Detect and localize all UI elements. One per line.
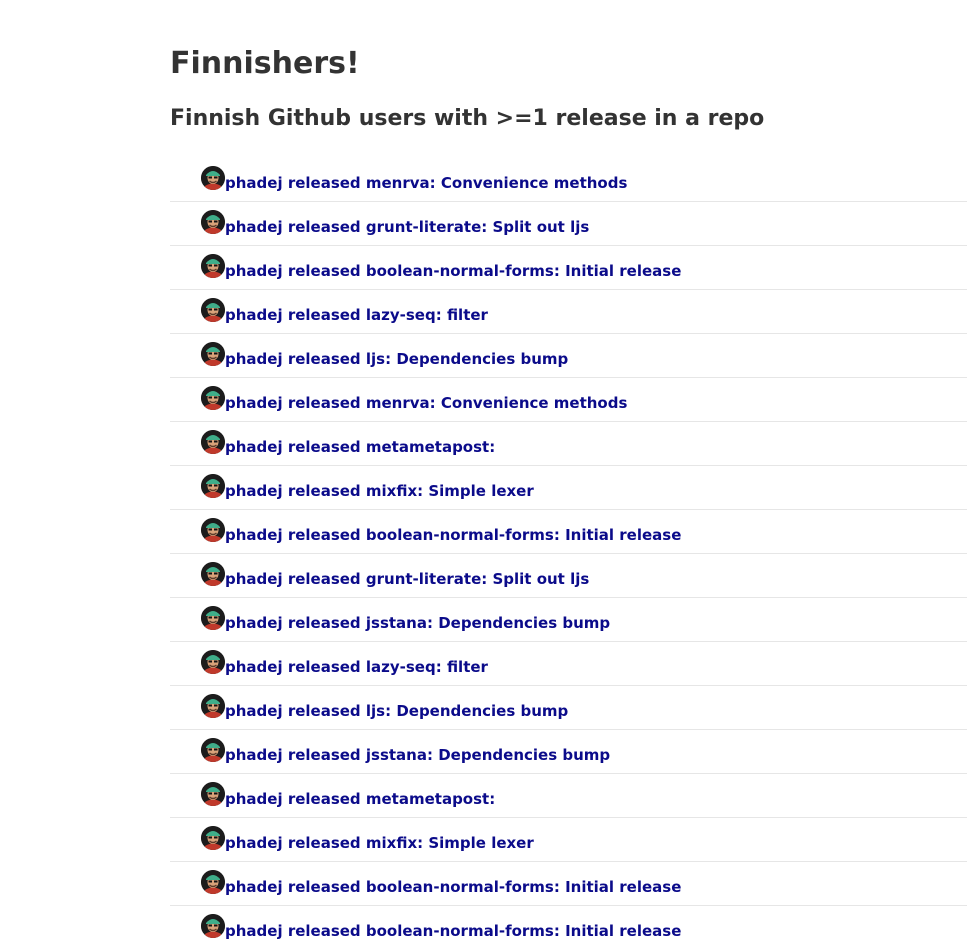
list-item: phadej released lazy-seq: filter [170,642,967,686]
release-link[interactable]: phadej released ljs: Dependencies bump [225,701,568,721]
list-item: phadej released menrva: Convenience meth… [170,158,967,202]
user-avatar-icon[interactable] [201,650,225,674]
release-link[interactable]: phadej released mixfix: Simple lexer [225,833,534,853]
release-link[interactable]: phadej released boolean-normal-forms: In… [225,261,681,281]
release-link[interactable]: phadej released metametapost: [225,437,495,457]
release-link[interactable]: phadej released boolean-normal-forms: In… [225,921,681,941]
list-item: phadej released ljs: Dependencies bump [170,334,967,378]
list-item: phadej released jsstana: Dependencies bu… [170,730,967,774]
list-item: phadej released mixfix: Simple lexer [170,466,967,510]
release-link[interactable]: phadej released boolean-normal-forms: In… [225,525,681,545]
list-item: phadej released metametapost: [170,774,967,818]
release-link[interactable]: phadej released lazy-seq: filter [225,305,488,325]
user-avatar-icon[interactable] [201,210,225,234]
release-link[interactable]: phadej released menrva: Convenience meth… [225,173,627,193]
list-item: phadej released boolean-normal-forms: In… [170,862,967,906]
release-link[interactable]: phadej released grunt-literate: Split ou… [225,217,589,237]
release-link[interactable]: phadej released boolean-normal-forms: In… [225,877,681,897]
release-link[interactable]: phadej released jsstana: Dependencies bu… [225,613,610,633]
user-avatar-icon[interactable] [201,342,225,366]
user-avatar-icon[interactable] [201,430,225,454]
user-avatar-icon[interactable] [201,694,225,718]
user-avatar-icon[interactable] [201,474,225,498]
release-link[interactable]: phadej released menrva: Convenience meth… [225,393,627,413]
user-avatar-icon[interactable] [201,914,225,938]
release-feed: phadej released menrva: Convenience meth… [170,158,967,949]
user-avatar-icon[interactable] [201,386,225,410]
user-avatar-icon[interactable] [201,298,225,322]
user-avatar-icon[interactable] [201,254,225,278]
list-item: phadej released boolean-normal-forms: In… [170,246,967,290]
list-item: phadej released mixfix: Simple lexer [170,818,967,862]
list-item: phadej released boolean-normal-forms: In… [170,906,967,949]
list-item: phadej released menrva: Convenience meth… [170,378,967,422]
list-item: phadej released grunt-literate: Split ou… [170,202,967,246]
user-avatar-icon[interactable] [201,562,225,586]
user-avatar-icon[interactable] [201,826,225,850]
user-avatar-icon[interactable] [201,518,225,542]
list-item: phadej released boolean-normal-forms: In… [170,510,967,554]
release-link[interactable]: phadej released ljs: Dependencies bump [225,349,568,369]
list-item: phadej released jsstana: Dependencies bu… [170,598,967,642]
user-avatar-icon[interactable] [201,166,225,190]
list-item: phadej released ljs: Dependencies bump [170,686,967,730]
list-item: phadej released grunt-literate: Split ou… [170,554,967,598]
release-link[interactable]: phadej released mixfix: Simple lexer [225,481,534,501]
release-link[interactable]: phadej released jsstana: Dependencies bu… [225,745,610,765]
page-subtitle: Finnish Github users with >=1 release in… [170,106,765,131]
user-avatar-icon[interactable] [201,870,225,894]
user-avatar-icon[interactable] [201,782,225,806]
list-item: phadej released lazy-seq: filter [170,290,967,334]
list-item: phadej released metametapost: [170,422,967,466]
release-link[interactable]: phadej released lazy-seq: filter [225,657,488,677]
user-avatar-icon[interactable] [201,738,225,762]
user-avatar-icon[interactable] [201,606,225,630]
release-link[interactable]: phadej released metametapost: [225,789,495,809]
page-title: Finnishers! [170,46,360,81]
release-link[interactable]: phadej released grunt-literate: Split ou… [225,569,589,589]
